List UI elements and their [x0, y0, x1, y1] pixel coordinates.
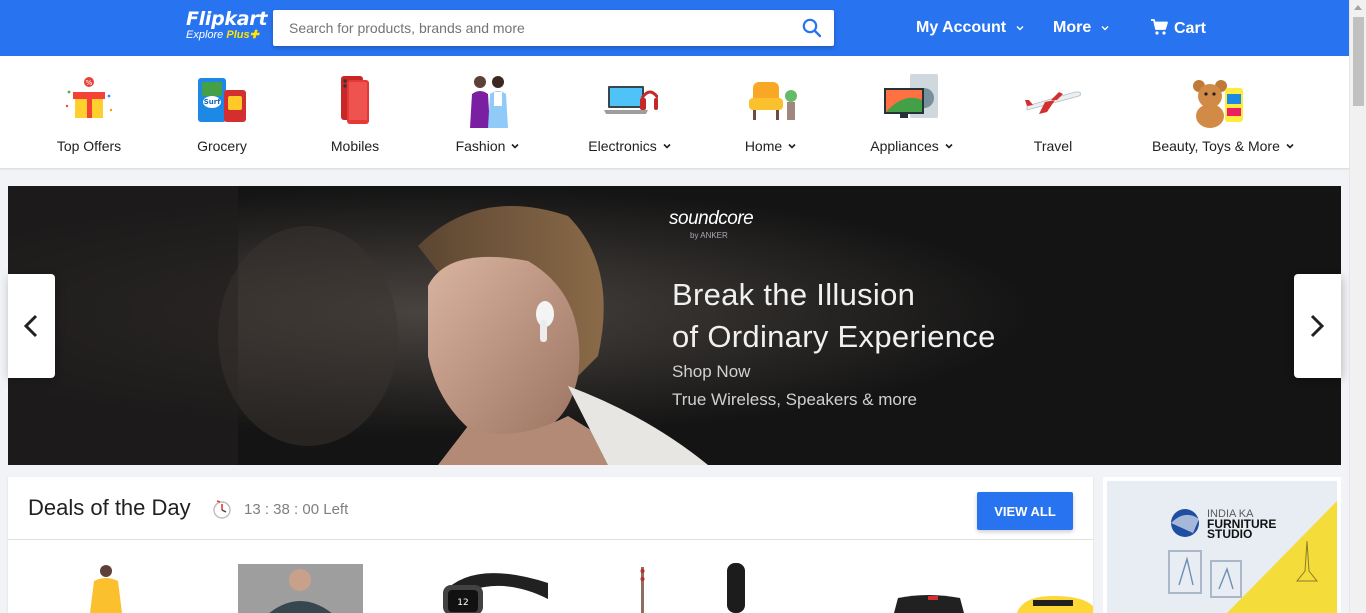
svg-text:Surf: Surf — [204, 98, 221, 106]
svg-text:%: % — [86, 79, 93, 87]
category-label: Beauty, Toys & More — [1152, 138, 1294, 154]
category-label: Fashion — [423, 138, 553, 154]
speaker-icon[interactable] — [888, 592, 968, 613]
deals-header: Deals of the Day 13 : 38 : 00 Left VIEW … — [8, 477, 1093, 540]
category-label: Travel — [1033, 138, 1073, 154]
chevron-down-icon — [511, 143, 519, 149]
search-input[interactable] — [273, 10, 793, 46]
smartwatch-icon[interactable]: 12 — [433, 563, 558, 613]
chevron-down-icon — [945, 143, 953, 149]
search-icon[interactable] — [802, 18, 822, 38]
my-account-menu[interactable]: My Account — [916, 18, 1025, 38]
banner-subtext: True Wireless, Speakers & more — [672, 390, 917, 409]
chevron-down-icon — [1101, 25, 1109, 31]
category-beauty-toys[interactable]: Beauty, Toys & More — [1152, 56, 1294, 168]
category-grocery[interactable]: Surf Grocery — [157, 56, 287, 168]
scroll-thumb[interactable] — [1353, 17, 1364, 106]
more-menu[interactable]: More — [1053, 18, 1110, 38]
furniture-ad[interactable]: INDIA KA FURNITURE STUDIO — [1103, 477, 1341, 613]
chevron-down-icon — [1016, 25, 1024, 31]
cart-icon — [1151, 19, 1168, 35]
category-home[interactable]: Home — [706, 56, 836, 168]
logo-text: Flipkart — [186, 8, 268, 30]
category-travel[interactable]: Travel — [988, 56, 1118, 168]
my-account-label: My Account — [916, 19, 1007, 36]
banner-brand: soundcore — [669, 208, 754, 229]
category-top-offers[interactable]: % Top Offers — [24, 56, 154, 168]
category-label: Appliances — [847, 138, 977, 154]
ad-text: INDIA KA FURNITURE STUDIO — [1207, 509, 1276, 541]
category-appliances[interactable]: Appliances — [847, 56, 977, 168]
banner-brand-sub: by ANKER — [690, 231, 728, 240]
armchair-icon — [749, 82, 797, 120]
category-label: Top Offers — [56, 138, 122, 154]
logo-subtext: Explore Plus✚ — [186, 29, 267, 41]
view-all-button[interactable]: VIEW ALL — [977, 492, 1073, 530]
timer-icon — [213, 500, 231, 519]
page-scrollbar[interactable] — [1349, 0, 1366, 613]
banner-cta[interactable]: Shop Now — [672, 362, 750, 382]
logo-plus: Plus — [226, 29, 250, 41]
category-label: Mobiles — [330, 138, 380, 154]
ad-panel: INDIA KA FURNITURE STUDIO — [1107, 481, 1337, 613]
cart-label: Cart — [1174, 20, 1207, 37]
yellow-gadget-icon[interactable] — [1013, 592, 1093, 613]
flipkart-logo[interactable]: Flipkart Explore Plus✚ — [186, 9, 267, 41]
category-electronics[interactable]: Electronics — [565, 56, 695, 168]
carousel-prev-button[interactable] — [8, 274, 55, 378]
chevron-down-icon — [788, 143, 796, 149]
deals-timer: 13 : 38 : 00 Left — [244, 501, 349, 518]
chevron-down-icon — [1286, 143, 1294, 149]
deals-title: Deals of the Day — [28, 495, 191, 520]
search-bar — [273, 10, 834, 46]
airplane-icon — [1025, 91, 1081, 114]
more-label: More — [1053, 19, 1092, 36]
men-shirt-icon[interactable] — [238, 564, 363, 613]
category-label: Grocery — [197, 138, 247, 154]
ethnic-dress-icon[interactable] — [76, 563, 136, 613]
category-label: Electronics — [565, 138, 695, 154]
chevron-down-icon — [663, 143, 671, 149]
grocery-pack-icon: Surf — [198, 78, 246, 122]
tv-washer-icon — [884, 74, 938, 118]
hero-banner[interactable]: soundcore by ANKER Break the Illusion of… — [8, 186, 1341, 465]
category-label: Home — [706, 138, 836, 154]
top-header: Flipkart Explore Plus✚ My Account More C… — [0, 0, 1349, 56]
carousel-next-button[interactable] — [1294, 274, 1341, 378]
teddy-bear-icon — [1193, 80, 1243, 128]
ad-graphic — [1168, 501, 1337, 613]
category-mobiles[interactable]: Mobiles — [290, 56, 420, 168]
category-fashion[interactable]: Fashion — [423, 56, 553, 168]
gift-box-icon: % — [65, 77, 113, 118]
logo-explore: Explore — [186, 29, 224, 41]
deals-of-the-day: Deals of the Day 13 : 38 : 00 Left VIEW … — [8, 477, 1093, 613]
laptop-headphones-icon — [604, 86, 658, 114]
scroll-up-arrow-icon[interactable] — [1354, 5, 1362, 10]
fashion-models-icon — [470, 76, 508, 128]
plus-icon: ✚ — [249, 29, 259, 41]
smartphone-icon — [341, 76, 369, 124]
category-bar: % Top Offers Surf Grocery Mobiles Fashio… — [0, 56, 1349, 169]
cart-link[interactable]: Cart — [1150, 18, 1206, 39]
svg-text:12: 12 — [457, 598, 468, 608]
chevron-left-icon — [23, 314, 38, 338]
chevron-right-icon — [1310, 314, 1325, 338]
guitar-icon[interactable] — [633, 563, 758, 613]
banner-headline: Break the Illusion of Ordinary Experienc… — [672, 277, 996, 354]
